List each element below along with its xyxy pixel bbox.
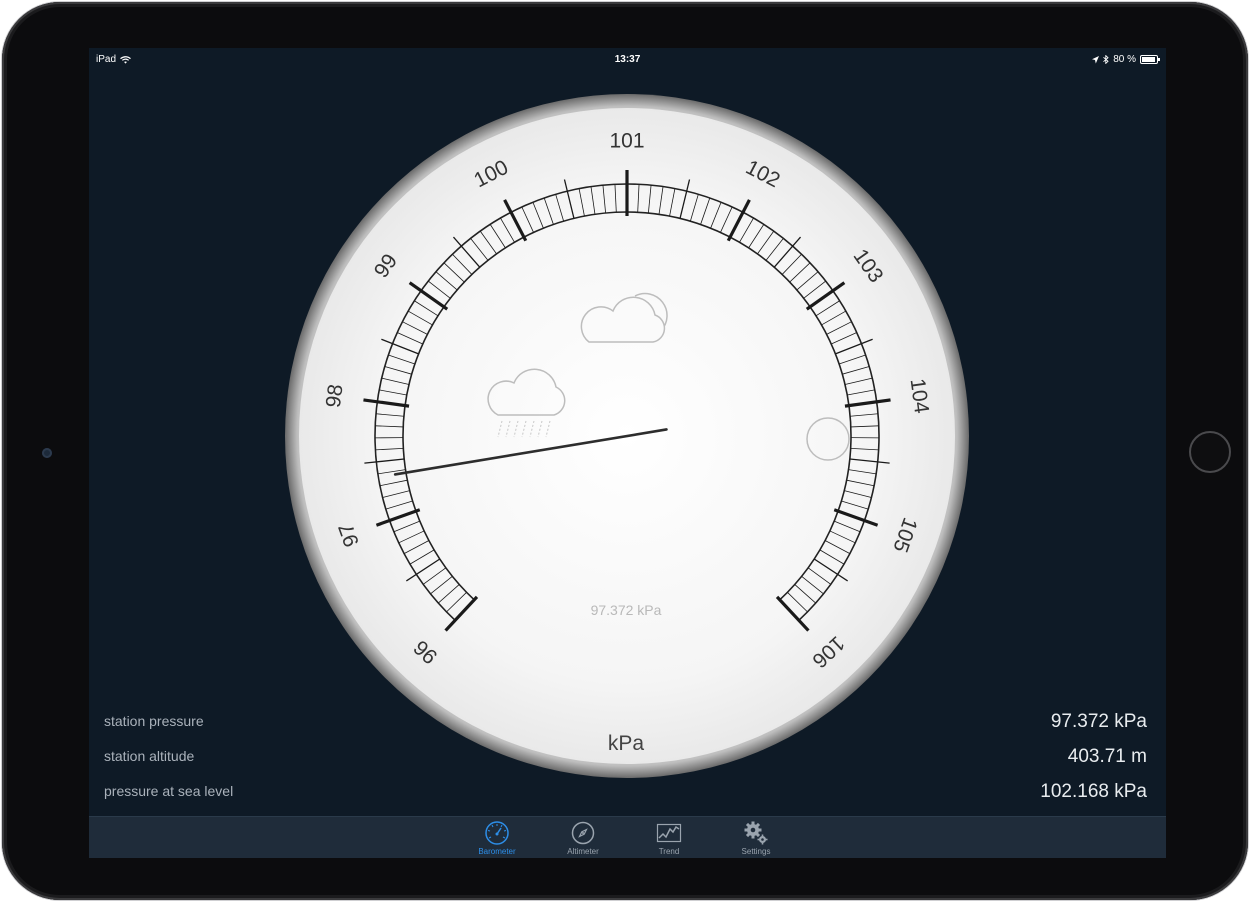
bluetooth-icon (1103, 55, 1109, 64)
tab-bar: Barometer Altimeter Trend Settings (89, 816, 1166, 858)
location-arrow-icon (1092, 55, 1100, 63)
gauge-current-reading: 97.372 kPa (591, 602, 662, 618)
sea-level-pressure-label: pressure at sea level (104, 783, 234, 799)
home-button[interactable] (1189, 431, 1231, 473)
compass-icon (571, 821, 595, 845)
tab-barometer-label: Barometer (478, 847, 516, 856)
tab-settings[interactable]: Settings (716, 817, 796, 858)
gauge-unit-label: kPa (608, 732, 645, 755)
sea-level-pressure-value: 102.168 kPa (1040, 781, 1147, 802)
tab-altimeter-label: Altimeter (567, 847, 599, 856)
status-bar: iPad 13:37 80 % (89, 48, 1166, 70)
station-pressure-label: station pressure (104, 713, 204, 729)
barometer-icon (485, 821, 509, 845)
trend-chart-icon (656, 823, 682, 843)
scale-label: 98 (322, 383, 348, 409)
tab-barometer[interactable]: Barometer (457, 817, 537, 858)
gear-icon (744, 821, 768, 845)
station-altitude-label: station altitude (104, 748, 195, 764)
tab-settings-label: Settings (741, 847, 771, 856)
battery-percent: 80 % (1113, 54, 1136, 65)
ipad-frame: iPad 13:37 80 % 96 97 98 99 100 101 102 … (2, 2, 1248, 900)
front-camera (42, 448, 52, 458)
tab-trend-label: Trend (658, 847, 680, 856)
barometer-gauge: 96979899100101102103104105106 97.372 kPa… (285, 94, 969, 778)
battery-icon (1140, 55, 1160, 64)
app-screen: iPad 13:37 80 % 96 97 98 99 100 101 102 … (89, 48, 1166, 858)
scale-label: 101 (609, 130, 644, 153)
tab-altimeter[interactable]: Altimeter (543, 817, 623, 858)
tab-trend[interactable]: Trend (629, 817, 709, 858)
scale-label: 104 (905, 377, 933, 415)
station-altitude-value: 403.71 m (1067, 746, 1147, 767)
station-pressure-value: 97.372 kPa (1050, 711, 1147, 732)
status-time: 13:37 (614, 54, 641, 65)
